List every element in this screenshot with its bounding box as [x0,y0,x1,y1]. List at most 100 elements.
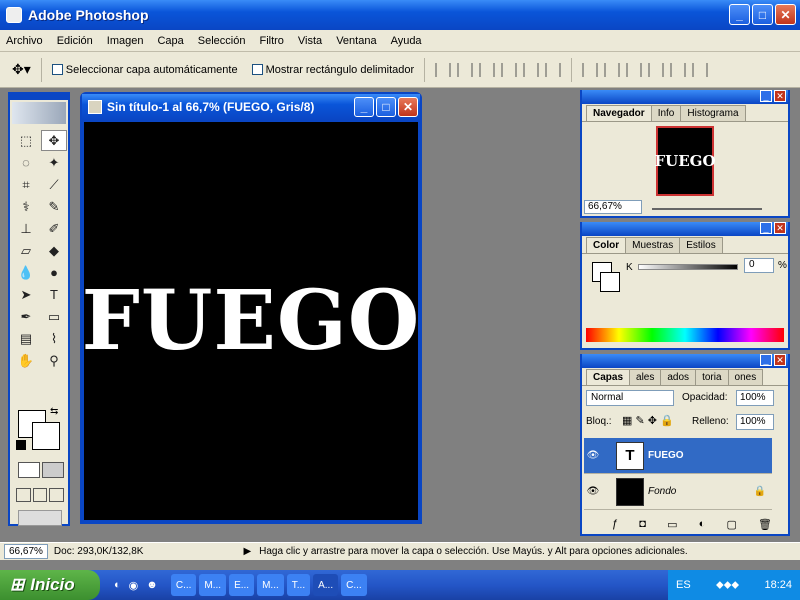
distribute-left-icon[interactable] [648,62,665,77]
standard-mode-icon[interactable] [18,462,40,478]
move-tool-icon[interactable]: ✥▾ [12,61,31,78]
tab-color[interactable]: Color [586,237,627,253]
opacity-field[interactable]: 100% [736,390,774,406]
doc-close-button[interactable]: ✕ [398,97,418,117]
show-bounds-checkbox[interactable] [251,64,263,76]
minimize-button[interactable]: _ [729,4,750,25]
adjustment-icon[interactable]: ◐ [699,518,706,532]
imageready-icon[interactable] [18,510,62,526]
folder-icon[interactable]: ▭ [667,518,677,532]
zoom-slider[interactable] [652,208,762,210]
layer-style-icon[interactable]: ƒ [612,518,618,532]
screen-mode-icon[interactable] [16,488,65,502]
visibility-eye-icon[interactable]: 👁 [584,486,602,497]
tray-icons[interactable]: ⬥⬥⬥ [716,579,739,592]
eyedropper-icon[interactable]: ⌇ [41,328,67,349]
align-bottom-icon[interactable] [479,62,496,77]
default-colors-icon[interactable] [16,440,26,450]
move-tool-icon[interactable]: ✥ [41,130,67,151]
quicklaunch-messenger-icon[interactable]: ☻ [146,579,158,591]
doc-minimize-button[interactable]: _ [354,97,374,117]
status-zoom[interactable]: 66,67% [4,544,48,559]
menu-imagen[interactable]: Imagen [107,35,144,47]
layer-row-fondo[interactable]: 👁 Fondo 🔒 [584,474,772,510]
taskbar-item[interactable]: M... [199,574,227,596]
menu-edicion[interactable]: Edición [57,35,93,47]
hand-tool-icon[interactable]: ✋ [13,350,39,371]
history-brush-icon[interactable]: ✐ [41,218,67,239]
healing-brush-icon[interactable]: ⚕ [13,196,39,217]
auto-select-option[interactable]: Seleccionar capa automáticamente [51,64,238,76]
lasso-tool-icon[interactable]: ◌ [13,152,39,173]
shape-tool-icon[interactable]: ▭ [41,306,67,327]
pen-tool-icon[interactable]: ✒ [13,306,39,327]
menu-ventana[interactable]: Ventana [336,35,376,47]
tab-histograma[interactable]: Histograma [680,105,746,121]
clone-stamp-icon[interactable]: ⊥ [13,218,39,239]
menu-seleccion[interactable]: Selección [198,35,246,47]
layers-footer-buttons[interactable]: ƒ ◘ ▭ ◐ ▢ 🗑 [612,518,772,532]
doc-maximize-button[interactable]: □ [376,97,396,117]
maximize-button[interactable]: □ [752,4,773,25]
taskbar-item[interactable]: M... [257,574,284,596]
start-button[interactable]: ⊞ Inicio [0,570,100,600]
align-left-icon[interactable] [501,62,518,77]
dodge-tool-icon[interactable]: ● [41,262,67,283]
align-right-icon[interactable] [545,62,562,77]
quick-mask-icon[interactable] [42,462,64,478]
tab-acciones[interactable]: ones [727,369,764,385]
panel-minimize-button[interactable]: _ [760,90,772,102]
blur-tool-icon[interactable]: 💧 [13,262,39,283]
layer-row-fuego[interactable]: 👁 T FUEGO [584,438,772,474]
eraser-tool-icon[interactable]: ▱ [13,240,39,261]
menu-archivo[interactable]: Archivo [6,35,43,47]
magic-wand-icon[interactable]: ✦ [41,152,67,173]
tab-capas[interactable]: Capas [586,369,631,385]
blend-mode-select[interactable]: Normal [586,390,674,406]
tab-navegador[interactable]: Navegador [586,105,652,121]
visibility-eye-icon[interactable]: 👁 [584,450,602,461]
tab-estilos[interactable]: Estilos [679,237,723,253]
crop-tool-icon[interactable]: ⌗ [13,174,39,195]
tab-info[interactable]: Info [650,105,682,121]
taskbar-item[interactable]: C... [341,574,367,596]
canvas[interactable]: FUEGO [82,122,419,520]
taskbar-item[interactable]: E... [229,574,255,596]
k-slider[interactable] [638,264,738,270]
quicklaunch-ie-icon[interactable]: ◐ [114,579,121,591]
show-bounds-option[interactable]: Mostrar rectángulo delimitador [251,64,414,76]
paint-bucket-icon[interactable]: ◆ [41,240,67,261]
taskbar-item[interactable]: T... [286,574,311,596]
distribute-top-icon[interactable] [582,62,599,77]
tab-historia[interactable]: toria [695,369,729,385]
panel-minimize-button[interactable]: _ [760,354,772,366]
taskbar-item[interactable]: A... [313,574,339,596]
trash-icon[interactable]: 🗑 [758,518,772,532]
menu-capa[interactable]: Capa [157,35,183,47]
type-tool-icon[interactable]: T [41,284,67,305]
tab-muestras[interactable]: Muestras [625,237,681,253]
close-button[interactable]: ✕ [775,4,796,25]
tab-canales[interactable]: ales [629,369,662,385]
background-color[interactable] [32,422,60,450]
panel-minimize-button[interactable]: _ [760,222,772,234]
mask-icon[interactable]: ◘ [639,518,646,532]
distribute-right-icon[interactable] [692,62,709,77]
notes-tool-icon[interactable]: ▤ [13,328,39,349]
panel-close-button[interactable]: ✕ [774,222,786,234]
marquee-tool-icon[interactable]: ⬚ [13,130,39,151]
menu-vista[interactable]: Vista [298,35,322,47]
panel-close-button[interactable]: ✕ [774,354,786,366]
align-center-icon[interactable] [523,62,540,77]
tab-trazados[interactable]: ados [660,369,697,385]
align-top-icon[interactable] [435,62,452,77]
path-selection-icon[interactable]: ➤ [13,284,39,305]
color-bg-swatch[interactable] [600,272,620,292]
k-value-field[interactable]: 0 [744,258,774,273]
distribute-center-icon[interactable] [670,62,687,77]
panel-close-button[interactable]: ✕ [774,90,786,102]
menu-filtro[interactable]: Filtro [259,35,283,47]
lock-icons[interactable]: ▦ ✎ ✥ 🔒 [622,414,674,427]
navigator-zoom-field[interactable]: 66,67% [584,200,642,214]
distribute-middle-icon[interactable] [604,62,621,77]
